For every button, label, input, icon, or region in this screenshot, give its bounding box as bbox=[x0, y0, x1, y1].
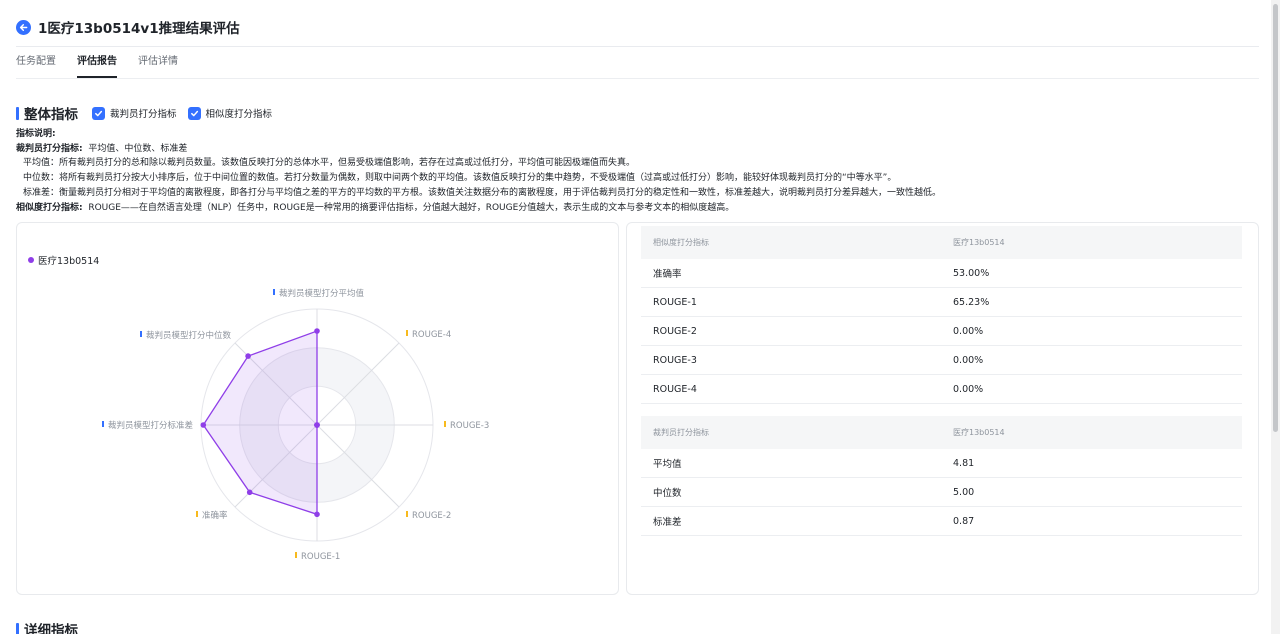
table-row: 标准差 0.87 bbox=[641, 507, 1242, 536]
table-row: 平均值 4.81 bbox=[641, 449, 1242, 478]
axis-marker-sim bbox=[444, 421, 446, 427]
table-cell: 0.00% bbox=[953, 354, 984, 366]
axis-marker-judge bbox=[140, 331, 142, 337]
table-cell: 中位数 bbox=[653, 488, 682, 499]
table-cell: 65.23% bbox=[953, 296, 990, 308]
table-header-cell: 裁判员打分指标 bbox=[653, 428, 709, 437]
table-row: ROUGE-3 0.00% bbox=[641, 346, 1242, 375]
table-cell: 0.00% bbox=[953, 325, 984, 337]
axis-label-rouge3: ROUGE-3 bbox=[450, 421, 489, 431]
table-row: 中位数 5.00 bbox=[641, 478, 1242, 507]
table-cell: 准确率 bbox=[653, 269, 682, 280]
table-cell: 平均值 bbox=[653, 459, 682, 470]
axis-marker-sim bbox=[196, 511, 198, 517]
axis-label-median: 裁判员模型打分中位数 bbox=[146, 330, 232, 341]
table-cell: ROUGE-1 bbox=[653, 296, 697, 308]
table-row: ROUGE-2 0.00% bbox=[641, 317, 1242, 346]
table-cell: 0.00% bbox=[953, 383, 984, 395]
table-cell: 4.81 bbox=[953, 457, 975, 469]
table-cell: 0.87 bbox=[953, 515, 975, 527]
radar-data-point[interactable] bbox=[245, 353, 251, 359]
axis-label-accuracy: 准确率 bbox=[202, 510, 228, 521]
table-row: 准确率 53.00% bbox=[641, 259, 1242, 288]
radar-data-point[interactable] bbox=[314, 328, 320, 334]
table-header: 相似度打分指标 医疗13b0514 bbox=[641, 226, 1242, 259]
axis-marker-sim bbox=[295, 552, 297, 558]
axis-marker-sim bbox=[406, 511, 408, 517]
table-header-cell: 医疗13b0514 bbox=[953, 238, 1005, 247]
detail-section-header: 详细指标 bbox=[16, 619, 78, 634]
radar-chart: 裁判员模型打分平均值 ROUGE-4 ROUGE-3 ROUGE-2 ROUGE… bbox=[102, 288, 489, 562]
table-header-cell: 医疗13b0514 bbox=[953, 428, 1005, 437]
axis-marker-judge bbox=[273, 289, 275, 295]
table-header: 裁判员打分指标 医疗13b0514 bbox=[641, 416, 1242, 449]
radar-data-point[interactable] bbox=[246, 489, 253, 496]
detail-section-title: 详细指标 bbox=[24, 623, 78, 634]
axis-label-rouge4: ROUGE-4 bbox=[412, 330, 451, 340]
scrollbar-thumb[interactable] bbox=[1273, 4, 1278, 432]
axis-label-std: 裁判员模型打分标准差 bbox=[108, 420, 193, 431]
radar-data-point[interactable] bbox=[200, 422, 207, 428]
table-cell: 标准差 bbox=[653, 517, 682, 528]
radar-data-point[interactable] bbox=[314, 422, 320, 428]
axis-label-rouge1: ROUGE-1 bbox=[301, 552, 340, 562]
radar-data-point[interactable] bbox=[314, 511, 320, 518]
axis-label-rouge2: ROUGE-2 bbox=[412, 511, 451, 521]
table-header-cell: 相似度打分指标 bbox=[653, 238, 709, 247]
table-row: ROUGE-4 0.00% bbox=[641, 375, 1242, 404]
axis-label-mean: 裁判员模型打分平均值 bbox=[279, 288, 365, 299]
table-cell: ROUGE-3 bbox=[653, 354, 697, 366]
table-row: ROUGE-1 65.23% bbox=[641, 288, 1242, 317]
axis-marker-judge bbox=[102, 421, 104, 427]
axis-marker-sim bbox=[406, 330, 408, 336]
similarity-metrics-table: 相似度打分指标 医疗13b0514 准确率 53.00% ROUGE-1 65.… bbox=[641, 226, 1242, 404]
page: 1医疗13b0514v1推理结果评估 任务配置 评估报告 评估详情 整体指标 裁… bbox=[0, 0, 1280, 634]
judge-metrics-table: 裁判员打分指标 医疗13b0514 平均值 4.81 中位数 5.00 标准差 … bbox=[641, 416, 1242, 536]
table-cell: ROUGE-4 bbox=[653, 383, 697, 395]
table-cell: 53.00% bbox=[953, 267, 990, 279]
table-cell: 5.00 bbox=[953, 486, 975, 498]
table-cell: ROUGE-2 bbox=[653, 325, 697, 337]
section-accent-bar bbox=[16, 622, 19, 634]
